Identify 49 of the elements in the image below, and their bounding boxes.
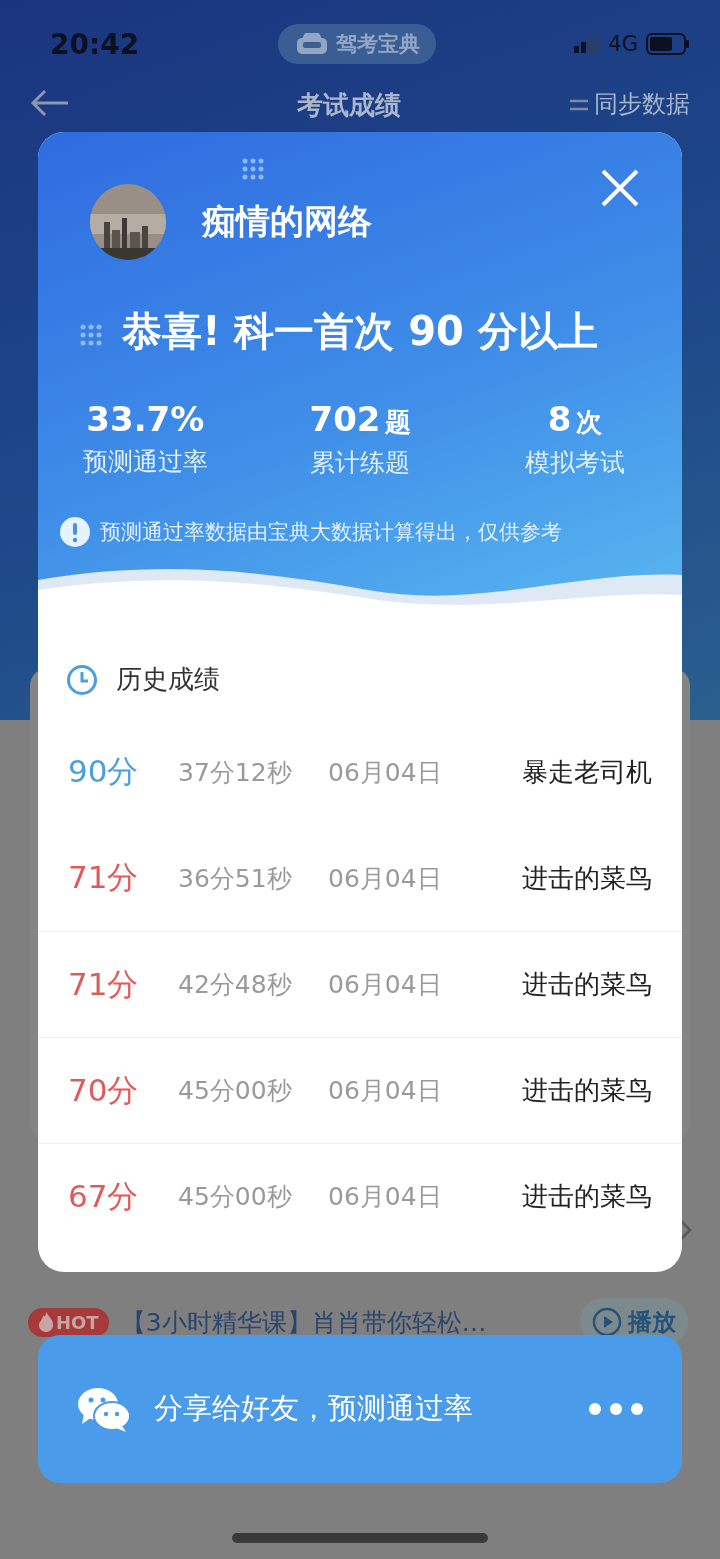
clock-icon [66, 663, 98, 696]
rank-title: 进击的菜鸟 [522, 1074, 652, 1107]
stat-value: 8 次 [547, 399, 602, 440]
date-text: 06月04日 [328, 756, 443, 789]
play-icon [592, 1307, 622, 1337]
rank-title: 进击的菜鸟 [522, 968, 652, 1001]
more-icon [588, 1402, 644, 1416]
sync-data-button[interactable]: 同步数据 [568, 88, 690, 120]
close-icon[interactable] [600, 168, 640, 208]
share-button[interactable]: 分享给好友，预测通过率 [38, 1335, 682, 1483]
stat-value: 702 题 [309, 399, 411, 440]
dot-grid-icon [80, 324, 102, 346]
stat-value: 33.7% [86, 399, 205, 439]
rank-title: 进击的菜鸟 [522, 1180, 652, 1213]
network-label: 4G [608, 32, 638, 56]
score-text: 71分 [68, 858, 140, 897]
stat-label: 预测通过率 [82, 446, 208, 478]
duration-text: 42分48秒 [178, 969, 293, 1001]
info-icon [60, 517, 90, 547]
date-text: 06月04日 [328, 969, 443, 1001]
battery-icon [646, 33, 690, 55]
score-text: 71分 [68, 964, 140, 1004]
disclaimer-text: 预测通过率数据由宝典大数据计算得出，仅供参考 [100, 519, 562, 546]
rank-title: 进击的菜鸟 [522, 861, 652, 895]
score-text: 70分 [68, 1070, 140, 1110]
duration-text: 37分12秒 [178, 756, 293, 789]
page-title: 考试成绩 [297, 89, 401, 122]
dot-grid-icon [242, 158, 264, 180]
score-text: 67分 [68, 1176, 140, 1216]
score-text: 90分 [68, 752, 140, 791]
stat-label: 模拟考试 [524, 447, 625, 479]
rank-title: 暴走老司机 [522, 755, 652, 789]
date-text: 06月04日 [328, 862, 443, 895]
app-badge: 驾考宝典 [277, 24, 436, 64]
status-time: 20:42 [50, 27, 140, 61]
duration-text: 36分51秒 [178, 862, 293, 895]
hot-badge: HOT [28, 1307, 109, 1337]
stat-label: 累计练题 [310, 447, 410, 479]
section-title: 历史成绩 [116, 663, 220, 696]
flame-icon [38, 1312, 54, 1332]
congratulation-headline: 恭喜! 科一首次 90 分以上 [122, 307, 598, 356]
back-icon[interactable] [30, 88, 70, 118]
date-text: 06月04日 [328, 1181, 443, 1213]
duration-text: 45分00秒 [178, 1181, 293, 1213]
signal-icon [574, 35, 601, 53]
user-name: 痴情的网络 [202, 200, 372, 243]
chat-bubbles-icon [76, 1386, 132, 1432]
duration-text: 45分00秒 [178, 1075, 293, 1107]
date-text: 06月04日 [328, 1075, 443, 1107]
